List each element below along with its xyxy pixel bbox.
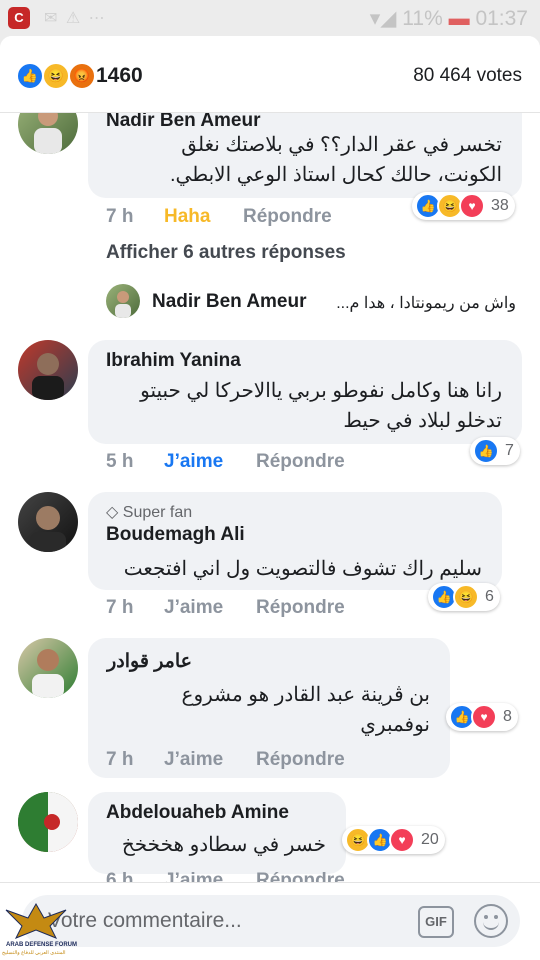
reaction-badge[interactable]: 👍 😆 6 xyxy=(428,583,500,611)
comment-line: خسر في سطادو هخخخخ xyxy=(121,834,326,856)
comment-time: 7 h xyxy=(106,206,134,227)
reply-preview[interactable]: Nadir Ben Ameur واش من ريمونتادا ، هدا م… xyxy=(106,284,526,320)
like-button[interactable]: J’aime xyxy=(164,597,223,619)
reply-button[interactable]: Répondre xyxy=(256,597,345,619)
avatar-photo-icon xyxy=(32,649,64,698)
reply-avatar xyxy=(106,284,140,318)
comment-input[interactable]: Votre commentaire... GIF xyxy=(22,895,520,947)
gif-button[interactable]: GIF xyxy=(418,906,454,938)
reaction-summary-header[interactable]: 👍 😆 😡 1460 80 464 votes xyxy=(0,36,540,113)
comment-line: تدخلو لبلاد في حيط xyxy=(343,410,502,432)
haha-reaction-icon: 😆 xyxy=(453,584,479,610)
signal-icon: ▾◢ xyxy=(369,7,397,30)
comment-list[interactable]: Nadir Ben Ameur تخسر في عقر الدار؟؟ في ب… xyxy=(0,36,540,960)
reply-button[interactable]: Répondre xyxy=(243,206,332,228)
comment-line: رانا هنا وكامل نفوطو بربي ياالاحركا لي ح… xyxy=(140,380,502,402)
comment-text: بن ڤرينة عبد القادر هو مشروع نوفمبري xyxy=(182,680,430,740)
avatar[interactable] xyxy=(18,492,78,552)
battery-icon: ▬ xyxy=(448,7,470,30)
comment-text: رانا هنا وكامل نفوطو بربي ياالاحركا لي ح… xyxy=(140,376,502,436)
like-button[interactable]: J’aime xyxy=(164,451,223,473)
comment-line: نوفمبري xyxy=(360,714,430,736)
avatar[interactable] xyxy=(18,638,78,698)
comment-line: سليم راك تشوف فالتصويت ول اني افتجعت xyxy=(123,558,482,580)
reaction-summary-icons: 👍 😆 😡 xyxy=(16,62,96,90)
comment-text: سليم راك تشوف فالتصويت ول اني افتجعت xyxy=(124,554,482,584)
avatar-photo-icon xyxy=(115,291,131,318)
comment-bubble[interactable]: Ibrahim Yanina رانا هنا وكامل نفوطو بربي… xyxy=(88,340,522,444)
comment-composer: Votre commentaire... GIF xyxy=(0,882,540,960)
comment-author[interactable]: Boudemagh Ali xyxy=(106,524,245,546)
like-button[interactable]: J’aime xyxy=(164,749,223,771)
comment-line: بن ڤرينة عبد القادر هو مشروع xyxy=(181,684,430,706)
avatar[interactable] xyxy=(18,792,78,852)
like-reaction-icon: 👍 xyxy=(16,62,44,90)
like-reaction-icon: 👍 xyxy=(473,438,499,464)
comment-placeholder: Votre commentaire... xyxy=(48,909,242,932)
comment-bubble[interactable]: Abdelouaheb Amine خسر في سطادو هخخخخ xyxy=(88,792,346,874)
reaction-count: 7 xyxy=(505,442,514,459)
app-notification-icon: C xyxy=(8,7,30,29)
vote-count: 80 464 votes xyxy=(413,65,522,86)
battery-level: 11% xyxy=(402,7,443,30)
reply-author[interactable]: Nadir Ben Ameur xyxy=(152,291,307,313)
reply-text: واش من ريمونتادا ، هدا م... xyxy=(336,295,516,312)
love-reaction-icon: ♥ xyxy=(471,704,497,730)
comment-text: تخسر في عقر الدار؟؟ في بلاصتك نغلق الكون… xyxy=(170,130,502,190)
status-right: ▾◢ 11% ▬ 01:37 xyxy=(370,6,528,31)
reaction-count: 20 xyxy=(421,831,439,848)
notification-icons: ✉ ⚠ ⋯ xyxy=(44,10,107,27)
comment-bubble[interactable]: ◇ Super fan Boudemagh Ali سليم راك تشوف … xyxy=(88,492,502,590)
reaction-count: 8 xyxy=(503,708,512,725)
comment-time: 7 h xyxy=(106,597,134,618)
comment-author[interactable]: Abdelouaheb Amine xyxy=(106,802,289,824)
reaction-badge[interactable]: 👍 7 xyxy=(470,437,520,465)
super-fan-badge: ◇ Super fan xyxy=(106,504,193,521)
status-bar: C ✉ ⚠ ⋯ ▾◢ 11% ▬ 01:37 xyxy=(0,0,540,36)
watermark-subtext: المنتدى العربي للدفاع والتسليح xyxy=(2,950,66,956)
comment-line: تخسر في عقر الدار؟؟ في بلاصتك نغلق xyxy=(181,134,502,156)
comment-author[interactable]: عامر قوادر xyxy=(107,650,192,673)
comment-time: 7 h xyxy=(106,749,134,770)
react-button[interactable]: Haha xyxy=(164,206,210,228)
reaction-badge[interactable]: 👍 😆 ♥ 38 xyxy=(412,192,515,220)
avatar[interactable] xyxy=(18,340,78,400)
haha-reaction-icon: 😆 xyxy=(42,62,70,90)
comment-author[interactable]: Nadir Ben Ameur xyxy=(106,110,261,132)
reaction-count: 38 xyxy=(491,197,509,214)
reaction-total[interactable]: 1460 xyxy=(96,64,143,88)
emoji-icon[interactable] xyxy=(474,904,508,938)
reply-button[interactable]: Répondre xyxy=(256,451,345,473)
avatar-photo-icon xyxy=(32,353,64,400)
eagle-logo-icon xyxy=(5,902,67,939)
angry-reaction-icon: 😡 xyxy=(68,62,96,90)
reply-button[interactable]: Répondre xyxy=(256,749,345,771)
diamond-icon: ◇ xyxy=(106,504,119,521)
avatar-photo-icon xyxy=(18,792,78,852)
reaction-count: 6 xyxy=(485,588,494,605)
watermark-text: ARAB DEFENSE FORUM xyxy=(6,942,78,948)
comment-time: 5 h xyxy=(106,451,134,472)
love-reaction-icon: ♥ xyxy=(389,827,415,853)
comment-text: خسر في سطادو هخخخخ xyxy=(122,830,326,860)
love-reaction-icon: ♥ xyxy=(459,193,485,219)
avatar-photo-icon xyxy=(30,506,66,552)
clock: 01:37 xyxy=(475,7,528,30)
reaction-badge[interactable]: 😆 👍 ♥ 20 xyxy=(342,826,445,854)
forum-watermark: ARAB DEFENSE FORUM المنتدى العربي للدفاع… xyxy=(0,898,77,960)
comments-panel: Nadir Ben Ameur تخسر في عقر الدار؟؟ في ب… xyxy=(0,36,540,960)
comment-line: الكونت، حالك كحال استاذ الوعي الابطي. xyxy=(169,164,502,186)
more-replies-link[interactable]: Afficher 6 autres réponses xyxy=(106,242,346,264)
reaction-badge[interactable]: 👍 ♥ 8 xyxy=(446,703,518,731)
comment-author[interactable]: Ibrahim Yanina xyxy=(106,350,241,372)
